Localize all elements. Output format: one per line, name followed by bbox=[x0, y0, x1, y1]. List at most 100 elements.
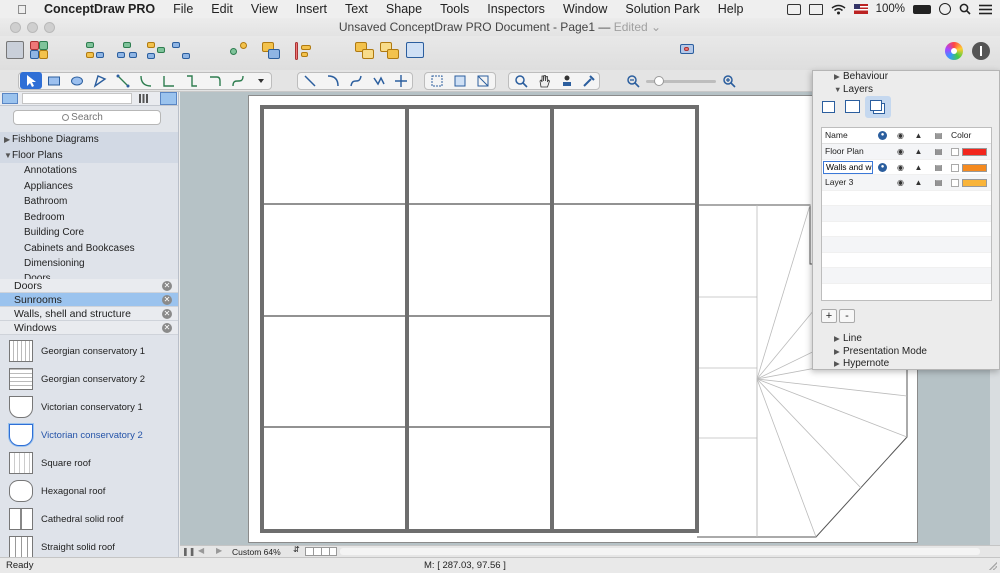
library-shape-straight-roof[interactable]: Straight solid roof bbox=[0, 532, 178, 557]
line-tool-icon[interactable] bbox=[299, 72, 321, 89]
battery-icon[interactable] bbox=[913, 4, 931, 14]
tree-layout-icon[interactable] bbox=[86, 42, 106, 62]
expand-arrow-icon[interactable]: ▶ bbox=[834, 358, 840, 371]
spline-tool-icon[interactable] bbox=[390, 72, 412, 89]
library-grid-view-icon[interactable] bbox=[139, 94, 148, 103]
expand-arrow-icon[interactable]: ▶ bbox=[834, 346, 840, 359]
notification-center-icon[interactable] bbox=[979, 4, 992, 15]
menu-shape[interactable]: Shape bbox=[377, 2, 431, 16]
arc-connector-tool-icon[interactable] bbox=[135, 72, 157, 89]
menu-window[interactable]: Window bbox=[554, 2, 616, 16]
library-toggle-icon[interactable] bbox=[6, 41, 26, 61]
arc-tool-icon[interactable] bbox=[322, 72, 344, 89]
collapse-arrow-icon[interactable]: ▼ bbox=[834, 84, 841, 97]
close-library-icon[interactable]: ✕ bbox=[162, 294, 172, 305]
georgian-conservatory-shape[interactable] bbox=[260, 105, 699, 533]
flow-layout-icon[interactable] bbox=[172, 42, 192, 62]
zoom-tool-icon[interactable] bbox=[510, 72, 532, 89]
library-tree-view-icon[interactable] bbox=[2, 93, 18, 104]
library-shape-victorian-1[interactable]: Victorian conservatory 1 bbox=[0, 392, 178, 421]
page-view-buttons[interactable] bbox=[305, 547, 337, 556]
tree-item-appliances[interactable]: Appliances bbox=[0, 178, 178, 194]
eye-icon[interactable]: ◉ bbox=[896, 147, 905, 156]
zoom-slider[interactable] bbox=[646, 76, 716, 86]
layer-name-field[interactable] bbox=[823, 160, 873, 174]
section-layers[interactable]: ▼ Layers bbox=[813, 84, 999, 97]
inspectors-icon[interactable] bbox=[972, 42, 992, 62]
org-layout-icon[interactable] bbox=[117, 42, 137, 62]
rectangle-tool-icon[interactable] bbox=[43, 72, 65, 89]
vertex-add-icon[interactable] bbox=[449, 72, 471, 89]
wifi-icon[interactable] bbox=[831, 4, 846, 15]
zoom-slider-knob[interactable] bbox=[654, 76, 664, 86]
library-shape-georgian-1[interactable]: Georgian conservatory 1 bbox=[0, 336, 178, 365]
menu-file[interactable]: File bbox=[164, 2, 202, 16]
printer-icon[interactable]: ▤ bbox=[934, 178, 943, 187]
tree-item-doors[interactable]: Doors bbox=[0, 271, 178, 279]
zoom-out-icon[interactable] bbox=[622, 72, 644, 89]
layer-row[interactable]: Layer 3 ◉ ▲ ▤ bbox=[822, 175, 991, 191]
layer-color-checkbox[interactable] bbox=[951, 148, 959, 156]
apple-menu-icon[interactable]:  bbox=[14, 2, 30, 17]
close-library-icon[interactable]: ✕ bbox=[162, 322, 172, 333]
tree-item-bathroom[interactable]: Bathroom bbox=[0, 194, 178, 210]
tree-item-building-core[interactable]: Building Core bbox=[0, 225, 178, 241]
library-shape-square-roof[interactable]: Square roof bbox=[0, 448, 178, 477]
rotate-icon[interactable] bbox=[406, 42, 426, 62]
close-library-icon[interactable]: ✕ bbox=[162, 280, 172, 291]
smart-connector-tool-icon[interactable] bbox=[112, 72, 134, 89]
section-behaviour[interactable]: ▶ Behaviour bbox=[813, 71, 999, 84]
expand-arrow-icon[interactable]: ▶ bbox=[4, 132, 12, 148]
spotlight-icon[interactable] bbox=[959, 3, 971, 15]
add-layer-button[interactable]: + bbox=[821, 309, 837, 323]
menu-help[interactable]: Help bbox=[709, 2, 753, 16]
tree-connector-tool-icon[interactable] bbox=[181, 72, 203, 89]
eyedropper-tool-icon[interactable] bbox=[578, 72, 600, 89]
library-tab-sunrooms[interactable]: Sunrooms ✕ bbox=[0, 292, 178, 307]
tree-item-cabinets[interactable]: Cabinets and Bookcases bbox=[0, 240, 178, 256]
library-search-icon[interactable] bbox=[160, 92, 177, 105]
library-search-input[interactable] bbox=[13, 110, 161, 125]
hand-tool-icon[interactable] bbox=[533, 72, 555, 89]
tree-category-floor-plans[interactable]: ▼Floor Plans bbox=[0, 147, 178, 164]
layer-color-swatch[interactable] bbox=[962, 163, 987, 172]
vertex-delete-icon[interactable] bbox=[472, 72, 494, 89]
round-connector-tool-icon[interactable] bbox=[204, 72, 226, 89]
layer-row[interactable]: Floor Plan ◉ ▲ ▤ bbox=[822, 144, 991, 160]
menu-view[interactable]: View bbox=[242, 2, 287, 16]
menu-tools[interactable]: Tools bbox=[431, 2, 478, 16]
menu-app[interactable]: ConceptDraw PRO bbox=[40, 2, 164, 16]
close-library-icon[interactable]: ✕ bbox=[162, 308, 172, 319]
color-wheel-icon[interactable] bbox=[945, 42, 965, 62]
collapse-arrow-icon[interactable]: ▼ bbox=[4, 148, 12, 164]
polygon-tool-icon[interactable] bbox=[89, 72, 111, 89]
eye-icon[interactable]: ◉ bbox=[896, 178, 905, 187]
grid-status-icon[interactable] bbox=[786, 3, 801, 15]
layer-color-checkbox[interactable] bbox=[951, 179, 959, 187]
page-next-icon[interactable]: ▶ bbox=[216, 546, 222, 555]
library-shape-hexagonal-roof[interactable]: Hexagonal roof bbox=[0, 476, 178, 505]
layer-color-swatch[interactable] bbox=[962, 179, 987, 187]
present-icon[interactable] bbox=[678, 42, 698, 62]
printer-icon[interactable]: ▤ bbox=[934, 163, 943, 172]
library-shape-cathedral-roof[interactable]: Cathedral solid roof bbox=[0, 504, 178, 533]
zoom-select-arrows-icon[interactable]: ⇵ bbox=[293, 545, 300, 554]
connector-dropdown-icon[interactable] bbox=[250, 72, 272, 89]
tree-item-dimensioning[interactable]: Dimensioning bbox=[0, 256, 178, 272]
library-tab-walls[interactable]: Walls, shell and structure ✕ bbox=[0, 306, 178, 321]
active-layer-icon[interactable]: ● bbox=[878, 162, 887, 172]
eye-icon[interactable]: ◉ bbox=[896, 163, 905, 172]
library-tab-windows[interactable]: Windows ✕ bbox=[0, 320, 178, 335]
menu-inspectors[interactable]: Inspectors bbox=[478, 2, 554, 16]
bezier-tool-icon[interactable] bbox=[345, 72, 367, 89]
align-icon[interactable] bbox=[293, 42, 313, 62]
tree-category-fishbone[interactable]: ▶ Fishbone Diagrams bbox=[0, 132, 178, 148]
layer-color-swatch[interactable] bbox=[962, 148, 987, 156]
lock-icon[interactable]: ▲ bbox=[914, 178, 923, 187]
library-shape-georgian-2[interactable]: Georgian conservatory 2 bbox=[0, 364, 178, 393]
library-shape-victorian-2[interactable]: Victorian conservatory 2 bbox=[0, 420, 178, 449]
connect-icon[interactable] bbox=[230, 42, 250, 62]
vertex-edit-icon[interactable] bbox=[426, 72, 448, 89]
title-chevron-icon[interactable]: ⌄ bbox=[648, 20, 661, 34]
expand-arrow-icon[interactable]: ▶ bbox=[834, 333, 840, 346]
